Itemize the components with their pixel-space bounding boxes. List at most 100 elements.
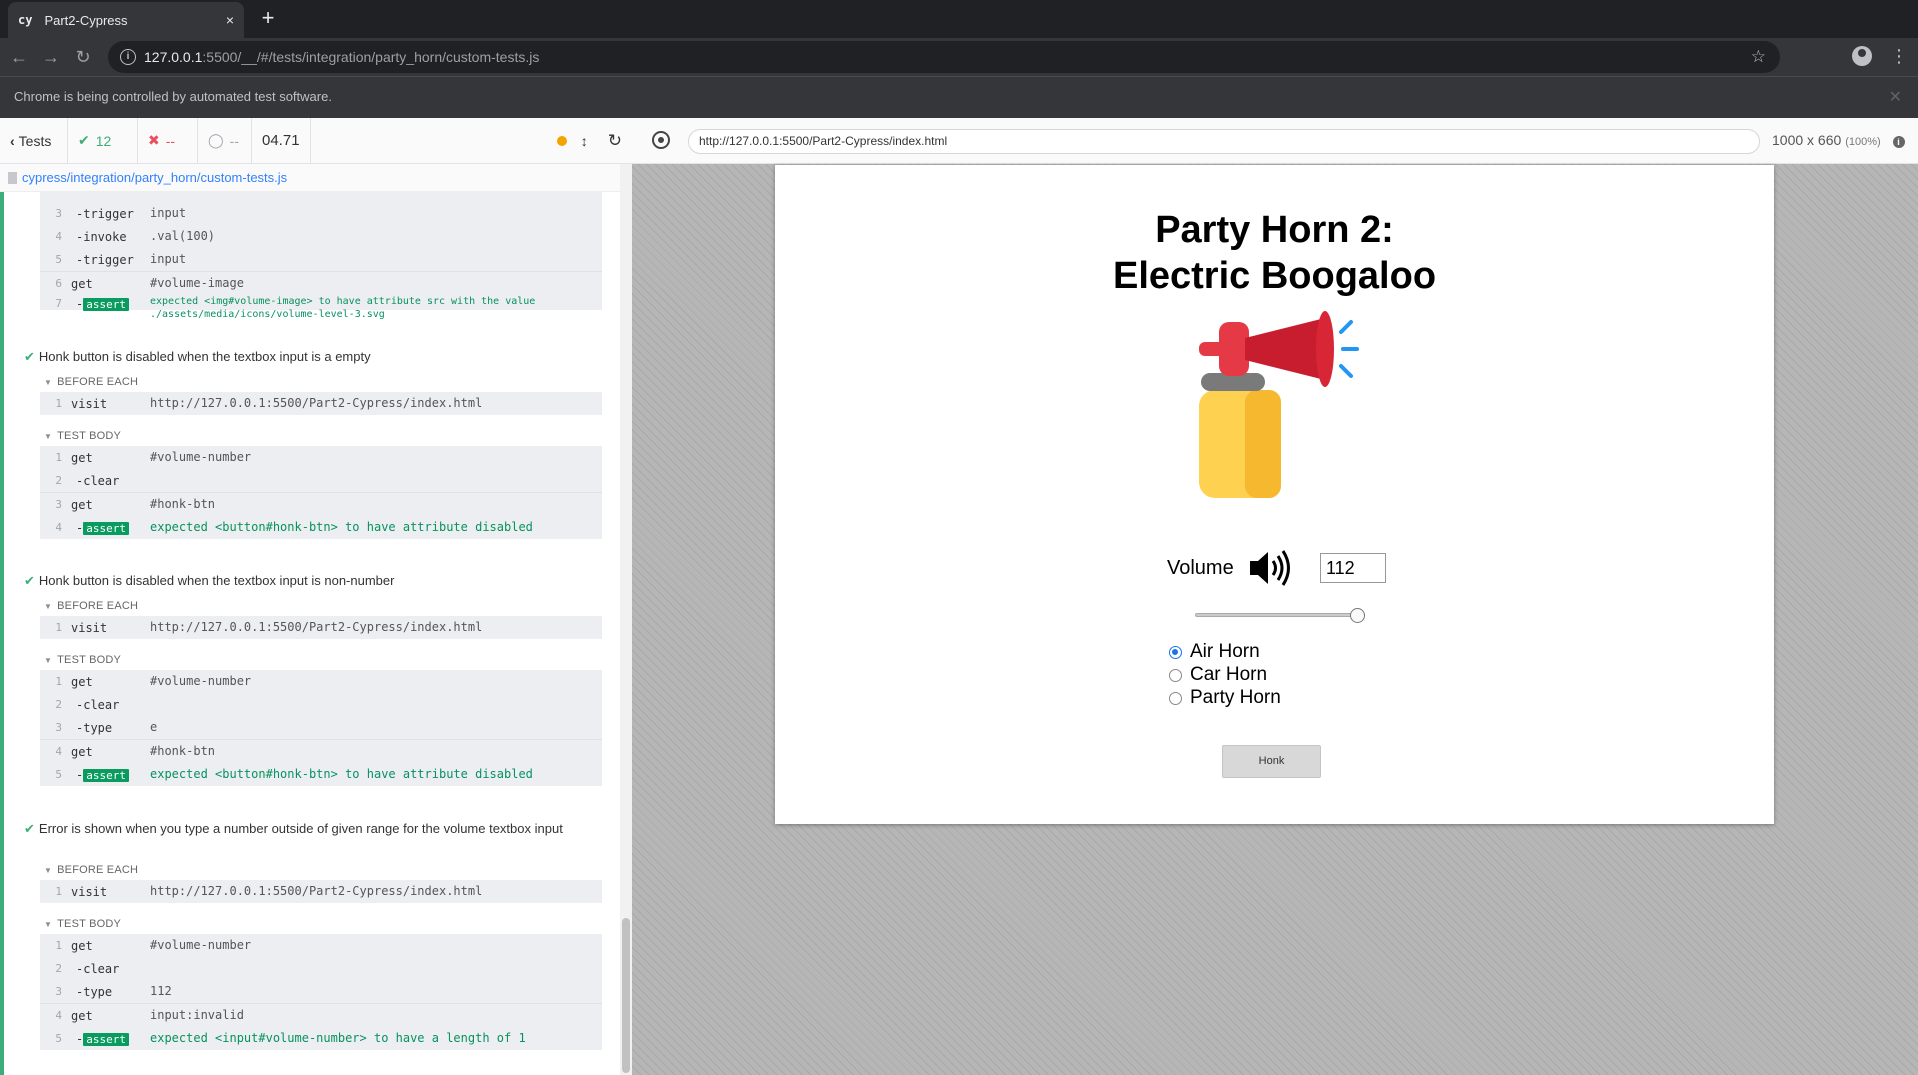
aut-url-bar[interactable]: http://127.0.0.1:5500/Part2-Cypress/inde… <box>688 129 1760 154</box>
command-row[interactable]: 4 - assert expected <button#honk-btn> to … <box>40 516 602 539</box>
command-row[interactable]: 1 get #volume-number <box>40 446 602 469</box>
star-icon[interactable]: ☆ <box>1751 47 1766 67</box>
close-icon[interactable]: ✕ <box>1889 87 1902 107</box>
command-row[interactable]: 1 get #volume-number <box>40 670 602 693</box>
viewport-size: 1000 x 660 <box>1772 132 1842 148</box>
caret-down-icon: ▼ <box>44 920 53 929</box>
command-row[interactable]: 1 visit http://127.0.0.1:5500/Part2-Cypr… <box>40 392 602 415</box>
command-row[interactable]: 1 get #volume-number <box>40 934 602 957</box>
spec-path-bar: cypress/integration/party_horn/custom-te… <box>0 164 632 192</box>
test-title[interactable]: ✔ Error is shown when you type a number o… <box>24 820 584 837</box>
command-row[interactable]: 1 visit http://127.0.0.1:5500/Part2-Cypr… <box>40 616 602 639</box>
horn-bell-rim <box>1316 311 1334 387</box>
command-row[interactable]: 2 -clear <box>40 957 602 980</box>
command-log: 1 get #volume-number 2 -clear 3 -type e … <box>40 670 602 786</box>
command-row[interactable]: 2 -clear <box>40 469 602 492</box>
app-under-test: Party Horn 2: Electric Boogaloo Volume 1… <box>775 165 1774 824</box>
x-icon: ✖ <box>148 132 160 148</box>
reporter-header: ‹ Tests ✔ 12 ✖ -- ◯ -- 04.71 ↕ ↻ <box>0 118 632 164</box>
command-row[interactable]: 5 -trigger input <box>40 248 602 271</box>
hook-before-each[interactable]: ▼ BEFORE EACH <box>44 376 138 388</box>
command-row[interactable]: 5 - assert expected <input#volume-number>… <box>40 1027 602 1050</box>
assert-badge: assert <box>83 769 129 782</box>
command-log: 1 visit http://127.0.0.1:5500/Part2-Cypr… <box>40 392 602 415</box>
command-row[interactable]: 4 -invoke .val(100) <box>40 225 602 248</box>
sound-wave-line <box>1339 320 1353 334</box>
command-log: 1 visit http://127.0.0.1:5500/Part2-Cypr… <box>40 616 602 639</box>
radio-air-horn[interactable]: Air Horn <box>1169 641 1260 663</box>
speaker-volume-icon <box>1250 550 1290 586</box>
menu-icon[interactable]: ⋮ <box>1890 46 1908 66</box>
new-tab-button[interactable]: + <box>256 6 280 30</box>
tab-close-icon[interactable]: × <box>226 12 234 28</box>
profile-icon[interactable] <box>1852 46 1872 66</box>
passed-count: ✔ 12 <box>68 118 138 163</box>
hook-before-each[interactable]: ▼ BEFORE EACH <box>44 864 138 876</box>
caret-down-icon: ▼ <box>44 656 53 665</box>
forward-arrow-icon[interactable]: → <box>38 44 64 70</box>
volume-slider-thumb[interactable] <box>1350 608 1365 623</box>
radio-party-horn[interactable]: Party Horn <box>1169 687 1281 709</box>
reload-icon[interactable]: ↻ <box>70 44 96 70</box>
command-row[interactable]: 5 - assert expected <button#honk-btn> to … <box>40 763 602 786</box>
command-row[interactable]: 3 -type e <box>40 716 602 739</box>
command-row[interactable]: 4 get input:invalid <box>40 1004 602 1027</box>
reporter-scrollbar[interactable] <box>620 164 632 1075</box>
hook-test-body[interactable]: ▼ TEST BODY <box>44 918 121 930</box>
radio-label: Air Horn <box>1190 641 1260 662</box>
command-row[interactable]: 2 -clear <box>40 693 602 716</box>
caret-down-icon: ▼ <box>44 866 53 875</box>
radio-button[interactable] <box>1169 668 1182 682</box>
test-title[interactable]: ✔ Honk button is disabled when the textbo… <box>24 572 584 589</box>
horn-valve <box>1199 342 1229 356</box>
spec-path-link[interactable]: cypress/integration/party_horn/custom-te… <box>22 170 287 185</box>
volume-slider[interactable] <box>1195 613 1365 617</box>
browser-tab-strip: cy Part2-Cypress × + <box>0 0 1918 38</box>
volume-number-input[interactable]: 112 <box>1320 553 1386 583</box>
tab-title: Part2-Cypress <box>44 12 128 28</box>
horn-bell <box>1245 318 1325 380</box>
automation-infobar: Chrome is being controlled by automated … <box>0 76 1918 118</box>
command-row[interactable]: 4 get #honk-btn <box>40 740 602 763</box>
info-icon[interactable]: i <box>1892 136 1905 148</box>
address-bar[interactable]: i 127.0.0.1:5500/__/#/tests/integration/… <box>108 41 1780 73</box>
command-row[interactable]: 1 visit http://127.0.0.1:5500/Part2-Cypr… <box>40 880 602 903</box>
viewport-info: 1000 x 660 (100%) i <box>1772 132 1905 148</box>
command-row[interactable]: 3 -trigger input <box>40 202 602 225</box>
runner-header: http://127.0.0.1:5500/Part2-Cypress/inde… <box>632 118 1918 164</box>
command-row[interactable]: 7 - assert expected <img#volume-image> to… <box>40 292 602 328</box>
selector-playground-icon[interactable] <box>652 131 670 149</box>
command-log: 1 get #volume-number 2 -clear 3 get #hon… <box>40 446 602 539</box>
back-arrow-icon[interactable]: ← <box>6 44 32 70</box>
check-icon: ✔ <box>78 132 90 148</box>
radio-button[interactable] <box>1169 691 1182 705</box>
passed-number: 12 <box>95 132 112 149</box>
command-row[interactable]: 3 get #honk-btn <box>40 493 602 516</box>
file-icon <box>8 171 17 184</box>
hook-test-body[interactable]: ▼ TEST BODY <box>44 654 121 666</box>
assert-badge: assert <box>83 1033 129 1046</box>
site-info-icon[interactable]: i <box>120 49 136 65</box>
radio-car-horn[interactable]: Car Horn <box>1169 664 1267 686</box>
pending-circle-icon: ◯ <box>208 132 224 148</box>
cypress-favicon-icon: cy <box>18 13 33 27</box>
address-host: 127.0.0.1 <box>144 49 203 65</box>
browser-tab[interactable]: cy Part2-Cypress × <box>8 2 244 38</box>
radio-button[interactable] <box>1169 645 1182 659</box>
scrollbar-thumb[interactable] <box>622 918 630 1073</box>
auto-scroll-icon[interactable]: ↕ <box>581 133 588 149</box>
reporter-test-list: 3 -trigger input 4 -invoke .val(100) 5 -… <box>0 192 620 1075</box>
command-row[interactable]: 3 -type 112 <box>40 980 602 1003</box>
tests-label: Tests <box>18 132 52 149</box>
radio-label: Car Horn <box>1190 664 1268 685</box>
suite-status-rail <box>0 192 4 1075</box>
honk-button[interactable]: Honk <box>1222 745 1321 778</box>
hook-before-each[interactable]: ▼ BEFORE EACH <box>44 600 138 612</box>
test-title[interactable]: ✔ Honk button is disabled when the textbo… <box>24 348 584 365</box>
hook-test-body[interactable]: ▼ TEST BODY <box>44 430 121 442</box>
aut-runner: http://127.0.0.1:5500/Part2-Cypress/inde… <box>632 118 1918 1075</box>
volume-label: Volume <box>1167 557 1234 579</box>
tests-button[interactable]: ‹ Tests <box>0 118 68 163</box>
chevron-left-icon: ‹ <box>10 132 15 149</box>
rerun-icon[interactable]: ↻ <box>608 131 622 151</box>
